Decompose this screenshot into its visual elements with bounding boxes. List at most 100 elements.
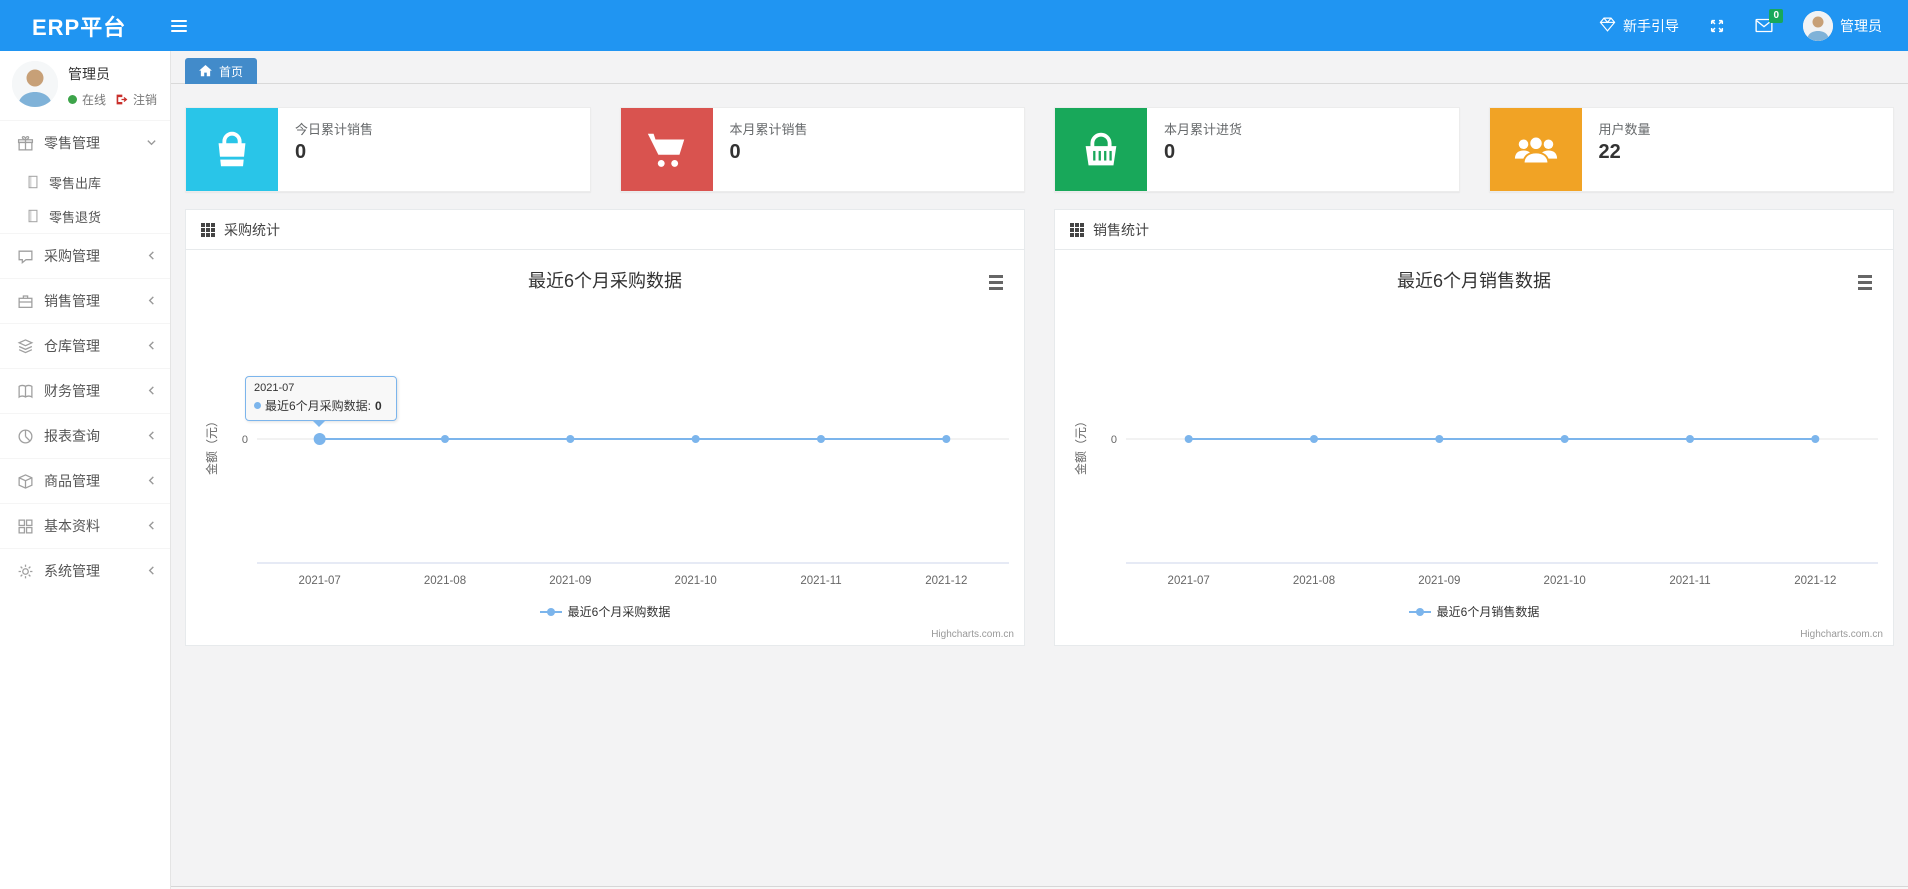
x-tick-label: 2021-07 [1168, 575, 1210, 587]
x-tick-label: 2021-12 [925, 575, 967, 587]
legend-marker-icon [539, 607, 562, 616]
x-tick-label: 2021-10 [675, 575, 717, 587]
panel-title: 采购统计 [224, 221, 280, 238]
chevron-left-icon [146, 518, 157, 534]
x-tick-label: 2021-11 [800, 575, 841, 587]
stat-card-value: 22 [1598, 141, 1621, 163]
data-point-5[interactable] [942, 435, 951, 443]
highcharts-credit-link[interactable]: Highcharts.com.cn [931, 629, 1014, 640]
tooltip-category: 2021-07 [254, 382, 295, 394]
sidebar-item-5[interactable]: 报表查询 [0, 413, 170, 458]
logout-link[interactable]: 注销 [133, 91, 157, 108]
data-point-0[interactable] [313, 433, 326, 445]
chevron-left-icon [146, 248, 157, 264]
sidebar: 管理员 在线 注销 零售管理零售出库 零售退货 采购管理 销售管理 仓库管理财务管理报表… [0, 51, 171, 889]
layers-icon [17, 338, 34, 355]
sidebar-item-label: 系统管理 [44, 563, 100, 579]
data-point-2[interactable] [1435, 435, 1444, 443]
data-point-1[interactable] [441, 435, 449, 443]
legend-marker-icon [1408, 607, 1431, 616]
data-point-3[interactable] [1560, 435, 1569, 443]
chevron-left-icon [146, 473, 157, 489]
sidebar-item-0[interactable]: 零售管理 [0, 120, 170, 165]
home-icon [199, 65, 212, 77]
purchase-stats-panel: 采购统计 最近6个月采购数据 0 金额（元） 2021-07 2021-08 2021-… [185, 209, 1025, 646]
sidebar-item-label: 零售管理 [44, 135, 100, 151]
sidebar-subitem-0-0[interactable]: 零售出库 [0, 165, 170, 199]
legend-label: 最近6个月销售数据 [1436, 605, 1540, 619]
avatar[interactable] [12, 61, 58, 107]
y-axis-title: 金额（元） [1073, 415, 1088, 475]
chart-export-menu-icon[interactable] [1853, 271, 1877, 293]
sidebar-item-4[interactable]: 财务管理 [0, 368, 170, 413]
chart-export-menu-icon[interactable] [984, 271, 1008, 293]
guide-button[interactable]: 新手引导 [1599, 16, 1679, 36]
data-point-4[interactable] [817, 435, 825, 443]
sidebar-item-label: 财务管理 [44, 383, 100, 399]
x-tick-label: 2021-12 [1794, 575, 1836, 587]
panel-title: 销售统计 [1093, 221, 1149, 238]
stat-card-label: 本月累计进货 [1164, 122, 1243, 137]
data-point-2[interactable] [566, 435, 575, 443]
stat-card-0: 今日累计销售 0 [185, 107, 591, 192]
online-status-dot [68, 95, 77, 104]
tab-bar: 首页 [171, 51, 1908, 84]
x-tick-label: 2021-11 [1669, 575, 1710, 587]
sidebar-toggle-icon[interactable] [171, 19, 188, 32]
user-menu[interactable]: 管理员 [1803, 10, 1882, 41]
x-tick-label: 2021-09 [1418, 575, 1460, 587]
x-tick-label: 2021-09 [549, 575, 591, 587]
users-icon [1489, 108, 1582, 191]
sales-stats-panel: 销售统计 最近6个月销售数据 0 金额（元） 2021-07 2021-08 2021-… [1054, 209, 1894, 646]
sidebar-item-label: 商品管理 [44, 473, 100, 489]
sidebar-item-label: 报表查询 [44, 428, 100, 444]
gem-icon [1599, 16, 1616, 36]
x-tick-label: 2021-08 [424, 575, 466, 587]
sidebar-menu: 零售管理零售出库 零售退货 采购管理 销售管理 仓库管理财务管理报表查询商品管理基本资料… [0, 120, 170, 593]
chevron-left-icon [146, 428, 157, 444]
sidebar-subitem-0-1[interactable]: 零售退货 [0, 199, 170, 233]
sidebar-item-label: 基本资料 [44, 518, 100, 534]
fullscreen-button[interactable] [1709, 18, 1725, 34]
sidebar-item-7[interactable]: 基本资料 [0, 503, 170, 548]
purchase-line-chart: 0 金额（元） 2021-07 2021-08 2021-09 2021-10 2021-1… [204, 415, 1009, 587]
sidebar-item-6[interactable]: 商品管理 [0, 458, 170, 503]
chart-legend[interactable]: 最近6个月采购数据 [186, 603, 1024, 620]
grid-icon [17, 518, 34, 535]
top-navbar: ERP平台 新手引导 0 管理员 [0, 0, 1908, 51]
sidebar-user-block: 管理员 在线 注销 [0, 51, 170, 120]
guide-label: 新手引导 [1623, 17, 1679, 34]
chart-panels-row: 采购统计 最近6个月采购数据 0 金额（元） 2021-07 2021-08 2021-… [185, 209, 1894, 646]
x-tick-label: 2021-07 [299, 575, 341, 587]
sales-line-chart: 0 金额（元） 2021-07 2021-08 2021-09 2021-10 2021-1… [1073, 415, 1878, 587]
chevron-left-icon [146, 383, 157, 399]
chevron-left-icon [146, 293, 157, 309]
username-label: 管理员 [1840, 17, 1882, 34]
app-logo[interactable]: ERP平台 [32, 10, 126, 42]
messages-button[interactable]: 0 [1755, 9, 1783, 33]
data-point-1[interactable] [1310, 435, 1318, 443]
data-point-5[interactable] [1811, 435, 1820, 443]
data-point-3[interactable] [691, 435, 700, 443]
tab-home-label: 首页 [219, 64, 244, 79]
legend-label: 最近6个月采购数据 [567, 605, 671, 619]
highcharts-credit-link[interactable]: Highcharts.com.cn [1800, 629, 1883, 640]
chevron-left-icon [146, 563, 157, 579]
sidebar-item-3[interactable]: 仓库管理 [0, 323, 170, 368]
briefcase-icon [17, 293, 34, 310]
data-point-0[interactable] [1184, 435, 1193, 443]
stat-card-value: 0 [729, 141, 741, 163]
box-icon [17, 473, 34, 490]
sidebar-item-8[interactable]: 系统管理 [0, 548, 170, 593]
data-point-4[interactable] [1686, 435, 1694, 443]
sidebar-item-2[interactable]: 销售管理 [0, 278, 170, 323]
stat-card-3: 用户数量 22 [1488, 107, 1894, 192]
tab-home[interactable]: 首页 [185, 58, 258, 84]
tooltip-series-label: 最近6个月采购数据: [265, 399, 372, 413]
book-icon [17, 383, 34, 400]
chart-legend[interactable]: 最近6个月销售数据 [1055, 603, 1893, 620]
chart-tooltip: 2021-07 最近6个月采购数据: 0 [245, 376, 397, 427]
logout-icon[interactable] [115, 93, 128, 106]
x-tick-label: 2021-10 [1544, 575, 1586, 587]
sidebar-item-1[interactable]: 采购管理 [0, 233, 170, 278]
